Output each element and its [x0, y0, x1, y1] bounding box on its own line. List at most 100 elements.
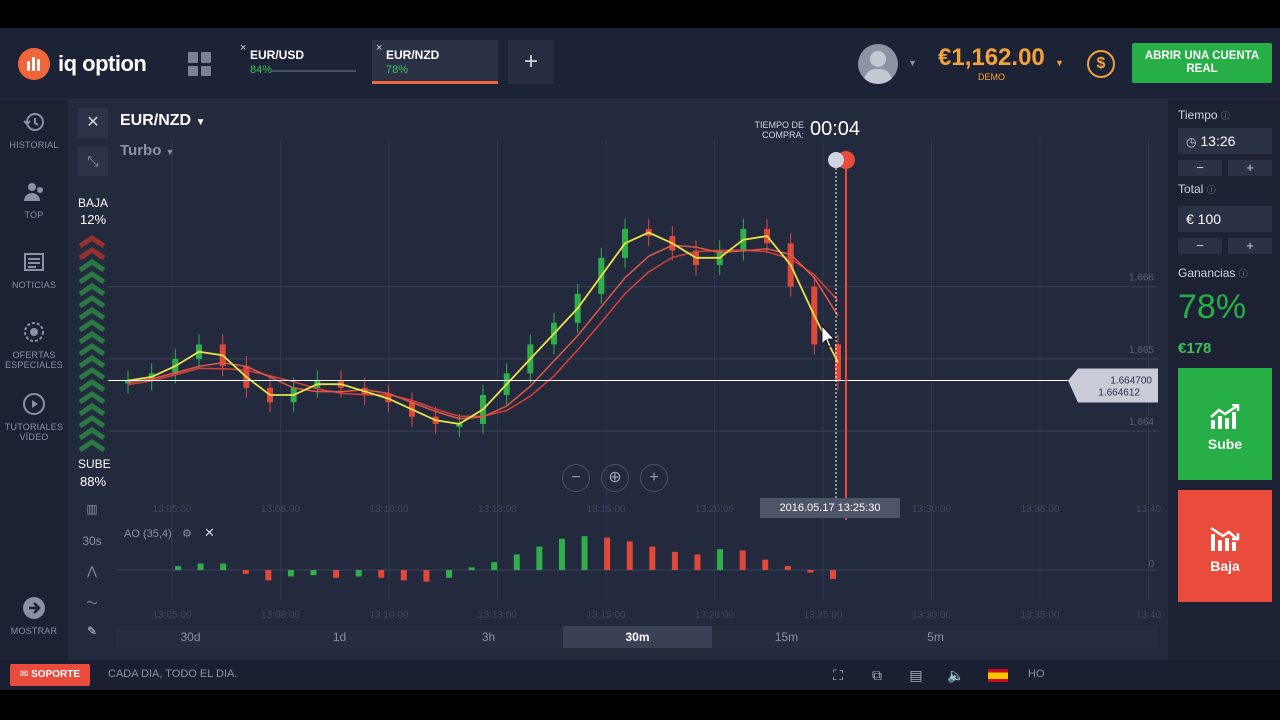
chevron-down-icon[interactable]: ▼: [908, 58, 917, 68]
indicator-bar: [671, 551, 678, 570]
sentiment-low-pct: 12%: [80, 212, 107, 227]
users-icon: [24, 183, 43, 201]
indicator-bar: [333, 570, 340, 578]
indicator-bar: [762, 559, 769, 570]
layout-icon[interactable]: ⧉: [868, 667, 886, 684]
clock-label: HO: [1028, 668, 1045, 680]
indicator-bar: [265, 570, 272, 581]
balance-value[interactable]: €1,162.00: [938, 44, 1045, 72]
info-icon: ⓘ: [1220, 111, 1230, 121]
time-decrease-button[interactable]: −: [1178, 160, 1222, 176]
asset-name: EUR/NZD: [120, 112, 192, 129]
chart-settings-icon[interactable]: ▤: [907, 667, 925, 684]
indicators-icon[interactable]: ⋀: [80, 564, 104, 578]
indicator-bar: [626, 541, 633, 570]
bottom-bar: ✉ SOPORTE CADA DIA, TODO EL DIA. ⛶ ⧉ ▤ 🔈…: [0, 660, 1280, 690]
grid-icon[interactable]: [188, 52, 212, 76]
gear-icon[interactable]: ⚙: [182, 527, 192, 540]
stopwatch-icon: [828, 152, 844, 168]
pencil-icon[interactable]: ✎: [80, 624, 104, 638]
timeframe-3h[interactable]: 3h: [414, 626, 563, 648]
time-tick-label: 13:40: [1136, 504, 1161, 515]
timeframe-5m[interactable]: 5m: [861, 626, 1010, 648]
sidebar-item-history[interactable]: HISTORIAL: [0, 110, 68, 150]
timeframe-1d[interactable]: 1d: [265, 626, 414, 648]
time-tick-label: 13:30:00: [912, 610, 951, 621]
profit-percent: 78%: [1178, 288, 1247, 326]
sidebar-item-label: TOP: [24, 210, 44, 220]
time-tick-label: 13:13:00: [478, 610, 517, 621]
logo-icon: [18, 48, 50, 80]
close-icon[interactable]: ✕: [204, 525, 215, 541]
sidebar-show-button[interactable]: MOSTRAR: [0, 596, 68, 636]
sidebar-item-top[interactable]: TOP: [0, 180, 68, 220]
indicator-bar: [446, 570, 453, 578]
close-icon[interactable]: ×: [240, 42, 246, 54]
chevron-down-icon: ▼: [165, 147, 175, 157]
add-tab-button[interactable]: +: [508, 40, 554, 84]
support-button[interactable]: ✉ SOPORTE: [10, 664, 90, 686]
amount-field[interactable]: € 100: [1178, 206, 1272, 232]
option-type-selector[interactable]: Turbo ▼: [120, 142, 174, 159]
top-bar: iq option × EUR/USD 84% × EUR/NZD 78% + …: [0, 28, 1280, 100]
asset-tab-eurusd[interactable]: × EUR/USD 84%: [236, 40, 362, 84]
purchase-time-label: TIEMPO DE COMPRA:: [754, 120, 804, 140]
sentiment-chevron: [78, 282, 106, 297]
expiry-time-field[interactable]: ◷ 13:26: [1178, 128, 1272, 154]
chart-type-icon[interactable]: ▥: [80, 502, 104, 516]
call-label: Sube: [1207, 436, 1243, 452]
indicator-bar: [423, 570, 430, 582]
avatar[interactable]: [858, 44, 898, 84]
indicator-bar: [784, 566, 791, 570]
sentiment-chevron: [78, 426, 106, 441]
sentiment-chevron: [78, 318, 106, 333]
close-chart-button[interactable]: ✕: [78, 108, 108, 138]
language-flag-icon[interactable]: [988, 669, 1008, 682]
indicator-bar: [536, 546, 543, 570]
amount-increase-button[interactable]: +: [1228, 238, 1272, 254]
logo[interactable]: iq option: [18, 48, 147, 80]
sidebar-item-tutorials[interactable]: TUTORIALES VÍDEO: [0, 392, 68, 442]
zoom-in-button[interactable]: +: [640, 464, 668, 492]
timeframe-15m[interactable]: 15m: [712, 626, 861, 648]
indicator-zero-label: 0: [1148, 559, 1154, 570]
collapse-icon[interactable]: ⤡: [78, 146, 108, 176]
indicator-bar: [649, 546, 656, 570]
timeframe-30m[interactable]: 30m: [563, 626, 712, 648]
trend-icon[interactable]: 〜: [80, 594, 104, 611]
put-label: Baja: [1210, 558, 1240, 574]
amount-decrease-button[interactable]: −: [1178, 238, 1222, 254]
volume-icon[interactable]: 🔈: [947, 667, 965, 684]
fullscreen-icon[interactable]: ⛶: [829, 667, 847, 684]
asset-tab-payout: 84%: [250, 64, 273, 76]
offers-icon: [24, 322, 44, 342]
info-icon: ⓘ: [1238, 269, 1248, 279]
price-level-label: 1.665: [1129, 345, 1154, 356]
asset-tab-eurnzd[interactable]: × EUR/NZD 78%: [372, 40, 498, 84]
open-real-account-button[interactable]: ABRIR UNA CUENTA REAL: [1132, 43, 1272, 83]
sentiment-chevron: [78, 306, 106, 321]
call-button[interactable]: Sube: [1178, 368, 1272, 480]
sentiment-chevron: [78, 378, 106, 393]
chart-area[interactable]: 1.666 1.665 1.664 1.664700 1.664612 13:05:00 1…: [68, 100, 1168, 660]
sidebar-item-label: OFERTAS ESPECIALES: [4, 350, 64, 370]
zoom-reset-button[interactable]: ⊕: [601, 464, 629, 492]
time-increase-button[interactable]: +: [1228, 160, 1272, 176]
asset-selector[interactable]: EUR/NZD ▼: [120, 112, 205, 130]
sentiment-chevron: [78, 390, 106, 405]
timeframe-30d[interactable]: 30d: [116, 626, 265, 648]
candle-period[interactable]: 30s: [80, 534, 104, 548]
put-button[interactable]: Baja: [1178, 490, 1272, 602]
sentiment-chevron: [78, 294, 106, 309]
asset-tab-name: EUR/NZD: [386, 48, 440, 62]
chevron-down-icon[interactable]: ▼: [1055, 58, 1064, 68]
close-icon[interactable]: ×: [376, 42, 382, 54]
logo-text: iq option: [58, 51, 147, 76]
sidebar-item-offers[interactable]: OFERTAS ESPECIALES: [0, 320, 68, 370]
indicator-bar: [242, 570, 249, 574]
asset-tab-name: EUR/USD: [250, 48, 305, 62]
sidebar-item-news[interactable]: NOTICIAS: [0, 250, 68, 290]
zoom-out-button[interactable]: −: [562, 464, 590, 492]
price-chart[interactable]: 1.666 1.665 1.664 1.6647001.664612 13:05:00 1…: [68, 100, 1168, 660]
deposit-icon[interactable]: $: [1087, 50, 1115, 78]
